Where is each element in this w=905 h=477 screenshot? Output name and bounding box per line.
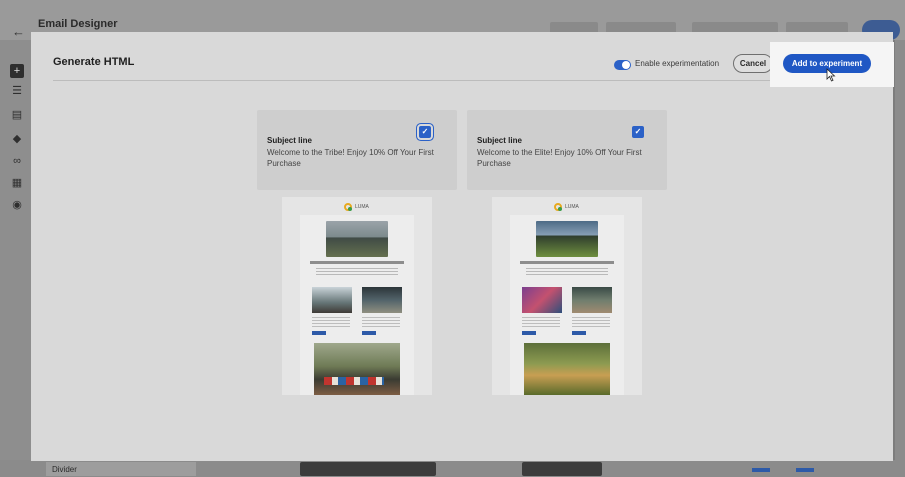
bottom-button-2 <box>796 468 814 472</box>
bottom-thumbnail-2 <box>522 462 602 476</box>
layout-icon[interactable]: ☰ <box>10 84 24 98</box>
email-headline <box>310 261 404 264</box>
dialog-divider <box>53 80 869 81</box>
subject-line-text: Welcome to the Tribe! Enjoy 10% Off Your… <box>267 148 434 168</box>
brand-logo-icon <box>344 203 352 211</box>
dialog-title: Generate HTML <box>53 56 135 68</box>
bottom-button-1 <box>752 468 770 472</box>
brand-logo-text: LUMA <box>565 204 579 210</box>
email-preview-b: LUMA <box>492 197 642 395</box>
app-title: Email Designer <box>38 18 118 30</box>
product-button-right <box>572 331 586 335</box>
product-image-left <box>522 287 562 313</box>
target-icon[interactable]: ◉ <box>10 198 24 212</box>
generate-html-dialog: Generate HTML Enable experimentation Can… <box>31 32 893 461</box>
product-button-left <box>522 331 536 335</box>
link-icon[interactable]: ∞ <box>10 154 24 168</box>
layers-icon[interactable]: ◆ <box>10 132 24 146</box>
feature-image <box>314 343 400 395</box>
email-body <box>510 215 624 395</box>
brand-logo-icon <box>554 203 562 211</box>
right-panel-edge <box>895 40 905 477</box>
subject-line-text: Welcome to the Elite! Enjoy 10% Off Your… <box>477 148 642 168</box>
product-text-right <box>572 317 610 327</box>
divider-component[interactable]: Divider <box>46 462 196 476</box>
subject-line-label: Subject line <box>267 136 312 145</box>
email-preview-a: LUMA <box>282 197 432 395</box>
hero-image <box>326 221 388 257</box>
product-image-right <box>362 287 402 313</box>
hero-image <box>536 221 598 257</box>
checkbox-checked-icon[interactable]: ✓ <box>417 124 433 140</box>
left-toolbar: + ☰ ▤ ◆ ∞ ▦ ◉ ⚙ <box>0 40 32 477</box>
variant-card-b[interactable]: ✓ Subject line Welcome to the Elite! Enj… <box>467 110 667 190</box>
product-image-left <box>312 287 352 313</box>
email-intro-text <box>526 268 608 276</box>
cancel-button[interactable]: Cancel <box>733 54 773 73</box>
toggle-knob <box>622 61 630 69</box>
brand-logo-text: LUMA <box>355 204 369 210</box>
checkbox-checked-icon[interactable]: ✓ <box>632 126 644 138</box>
variant-card-a[interactable]: ✓ Subject line Welcome to the Tribe! Enj… <box>257 110 457 190</box>
experimentation-toggle-label: Enable experimentation <box>635 59 720 68</box>
email-headline <box>520 261 614 264</box>
pointer-cursor-icon <box>826 68 836 82</box>
product-text-left <box>312 317 350 327</box>
email-intro-text <box>316 268 398 276</box>
feature-image <box>524 343 610 395</box>
assets-icon[interactable]: ▤ <box>10 108 24 122</box>
brand-logo: LUMA <box>344 203 374 211</box>
experimentation-toggle[interactable] <box>614 60 631 70</box>
product-text-right <box>362 317 400 327</box>
product-button-right <box>362 331 376 335</box>
bottom-thumbnail-1 <box>300 462 436 476</box>
fragments-icon[interactable]: ▦ <box>10 176 24 190</box>
brand-logo: LUMA <box>554 203 584 211</box>
divider-label: Divider <box>52 465 77 474</box>
back-arrow-icon[interactable]: ← <box>12 24 25 39</box>
add-icon[interactable]: + <box>10 64 24 78</box>
product-image-right <box>572 287 612 313</box>
subject-line-label: Subject line <box>477 136 522 145</box>
product-text-left <box>522 317 560 327</box>
email-body <box>300 215 414 395</box>
product-button-left <box>312 331 326 335</box>
